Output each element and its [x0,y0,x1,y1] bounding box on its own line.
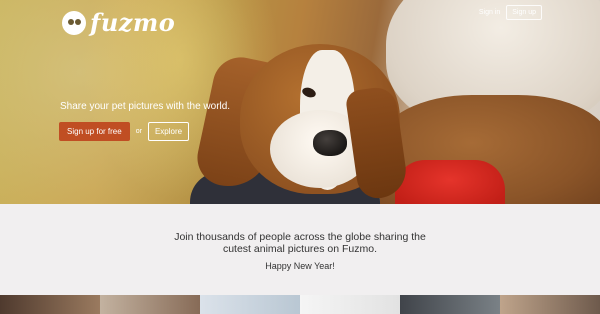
dog-nose [313,130,347,156]
signup-free-button[interactable]: Sign up for free [59,122,130,141]
photo-tile[interactable] [100,295,200,314]
top-nav: Sign in Sign up [479,5,542,20]
photo-tile[interactable] [0,295,100,314]
photo-tile[interactable] [500,295,600,314]
red-scarf [395,160,505,204]
signin-link[interactable]: Sign in [479,9,500,16]
cta-row: Sign up for free or Explore [59,122,190,141]
greeting-text: Happy New Year! [265,261,335,271]
brand-name: fuzmo [90,8,176,37]
intro-line-1: Join thousands of people across the glob… [174,231,426,243]
photo-strip [0,295,600,314]
photo-tile[interactable] [300,295,400,314]
photo-tile[interactable] [400,295,500,314]
paw-face-icon [62,10,86,35]
signup-button-top[interactable]: Sign up [506,5,542,20]
intro-line-2: cutest animal pictures on Fuzmo. [222,243,378,255]
cta-or-text: or [135,128,142,135]
explore-button[interactable]: Explore [147,122,190,141]
intro-section: Join thousands of people across the glob… [0,231,600,271]
hero-tagline: Share your pet pictures with the world. [60,101,231,112]
photo-tile[interactable] [200,295,300,314]
brand-logo[interactable]: fuzmo [62,8,175,37]
